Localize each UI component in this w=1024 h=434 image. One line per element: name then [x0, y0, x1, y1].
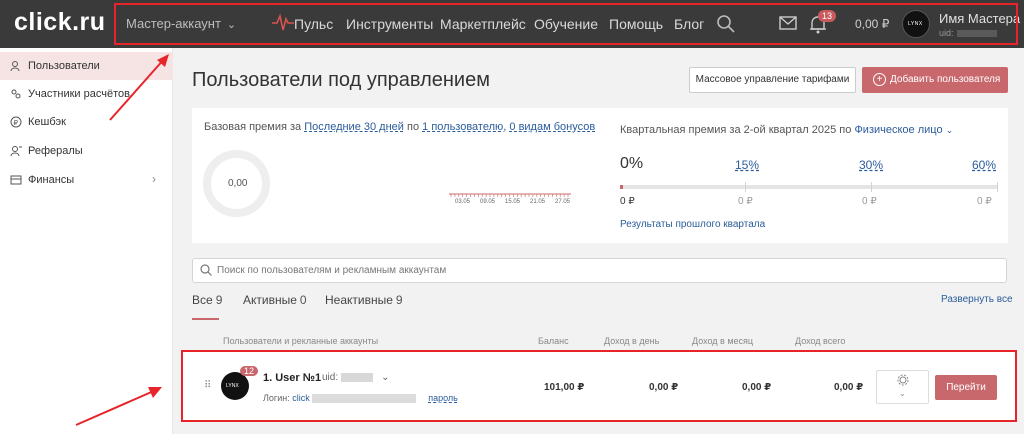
sidebar-item-finance[interactable]: Финансы › [0, 166, 173, 194]
expand-all-link[interactable]: Развернуть все [941, 294, 1013, 305]
participants-icon [11, 89, 21, 99]
svg-text:₽: ₽ [14, 120, 19, 127]
column-header: Пользователи и рекланные аккаунты [223, 336, 379, 346]
search-input[interactable]: Поиск по пользователям и рекламным аккау… [192, 258, 1007, 283]
tab-active[interactable]: Активные 0 [243, 293, 307, 307]
search-icon [200, 264, 212, 276]
current-rub: 0 ₽ [620, 196, 635, 207]
progress-fill [620, 185, 623, 189]
login-value[interactable]: click [292, 393, 310, 403]
sidebar-item-label: Рефералы [28, 145, 83, 157]
avatar: LYNX [221, 372, 249, 400]
add-user-label: Добавить пользователя [890, 74, 1001, 85]
column-header: Баланс [538, 336, 569, 346]
tab-label: Неактивные [325, 293, 393, 307]
level-rub: 0 ₽ [862, 196, 877, 207]
drag-handle-icon[interactable]: ⠿ [204, 380, 211, 391]
progress-tick [997, 182, 998, 192]
day-income-value: 0,00 ₽ [649, 382, 679, 393]
finance-icon [10, 175, 22, 185]
progress-tick [745, 182, 746, 192]
chevron-down-icon[interactable]: ⌄ [381, 372, 389, 383]
previous-quarter-results-link[interactable]: Результаты прошлого квартала [620, 219, 765, 230]
level-percent[interactable]: 15% [735, 158, 759, 172]
sidebar-item-label: Финансы [28, 174, 75, 186]
column-header: Доход в день [604, 336, 660, 346]
search-placeholder: Поиск по пользователям и рекламным аккау… [217, 265, 447, 276]
user-uid: uid: ⌄ [322, 372, 390, 383]
current-percent: 0% [620, 155, 644, 172]
chevron-down-icon: ⌄ [899, 389, 906, 398]
total-income-value: 0,00 ₽ [834, 382, 864, 393]
login-blurred [311, 394, 416, 404]
password-link[interactable]: пароль [428, 393, 458, 403]
gear-icon [897, 374, 909, 386]
go-button[interactable]: Перейти [935, 375, 997, 400]
quarterly-bonus-title: Квартальная премия за 2-ой квартал 2025 … [620, 124, 953, 136]
sidebar-item-referrals[interactable]: Рефералы [0, 137, 173, 165]
annotation-arrow-row [75, 387, 162, 426]
tab-label: Активные [243, 293, 297, 307]
logo[interactable]: click.ru [14, 8, 106, 37]
referrals-icon [10, 146, 22, 157]
level-percent[interactable]: 60% [972, 158, 996, 172]
uid-label: uid: [322, 372, 339, 383]
month-income-value: 0,00 ₽ [742, 382, 772, 393]
bonus-by: по [407, 121, 420, 133]
chevron-down-icon: ⌄ [945, 125, 954, 135]
tab-count: 0 [299, 293, 307, 307]
x-tick-label: 21.05 [530, 199, 546, 205]
sidebar-item-label: Пользователи [28, 60, 100, 72]
level-percent[interactable]: 30% [859, 158, 883, 172]
column-header: Доход в месяц [692, 336, 754, 346]
avatar-logo-text: LYNX [226, 383, 239, 389]
login-label: Логин: [263, 393, 290, 403]
x-tick-label: 09.05 [480, 199, 496, 205]
column-header: Доход всего [795, 336, 846, 346]
chevron-right-icon: › [152, 172, 156, 186]
settings-button[interactable]: ⌄ [876, 370, 929, 404]
level-rub: 0 ₽ [738, 196, 753, 207]
x-tick-label: 15.05 [505, 199, 521, 205]
bonus-types-link[interactable]: 0 видам бонусов [509, 121, 595, 133]
highlight-frame-header [114, 3, 1018, 45]
page-title: Пользователи под управлением [192, 69, 490, 91]
users-link[interactable]: 1 пользователю, [422, 121, 506, 133]
tab-all[interactable]: Все 9 [192, 293, 222, 307]
period-link[interactable]: Последние 30 дней [304, 121, 404, 133]
balance-value: 101,00 ₽ [544, 382, 585, 393]
user-name[interactable]: 1. User №1 [263, 372, 321, 384]
uid-blurred [341, 372, 374, 382]
tab-inactive[interactable]: Неактивные 9 [325, 293, 403, 307]
users-icon [10, 61, 20, 72]
tab-count: 9 [215, 293, 223, 307]
tab-count: 9 [395, 293, 403, 307]
accounts-count-badge: 12 [240, 366, 259, 376]
tab-label: Все [192, 293, 213, 307]
x-tick-label: 27.05 [555, 199, 571, 205]
cashback-icon: ₽ [10, 116, 22, 128]
progress-tick [871, 182, 872, 192]
mass-tariff-button[interactable]: Массовое управление тарифами [689, 67, 856, 93]
active-tab-indicator [192, 318, 219, 320]
add-user-button[interactable]: + Добавить пользователя [862, 67, 1008, 93]
quarterly-title-text: Квартальная премия за 2-ой квартал 2025 … [620, 124, 852, 136]
sidebar-item-label: Кешбэк [28, 116, 66, 128]
person-type-selector[interactable]: Физическое лицо [854, 124, 942, 136]
bonus-prefix: Базовая премия за [204, 121, 302, 133]
user-login: Логин: click пароль [263, 393, 458, 404]
donut-value: 0,00 [228, 178, 248, 189]
base-bonus-title: Базовая премия за Последние 30 дней по 1… [204, 121, 595, 133]
annotation-arrow-header [109, 54, 169, 121]
level-rub: 0 ₽ [977, 196, 992, 207]
plus-icon: + [873, 73, 886, 86]
x-tick-label: 03.05 [455, 199, 471, 205]
quarterly-progress-bar [620, 185, 998, 189]
